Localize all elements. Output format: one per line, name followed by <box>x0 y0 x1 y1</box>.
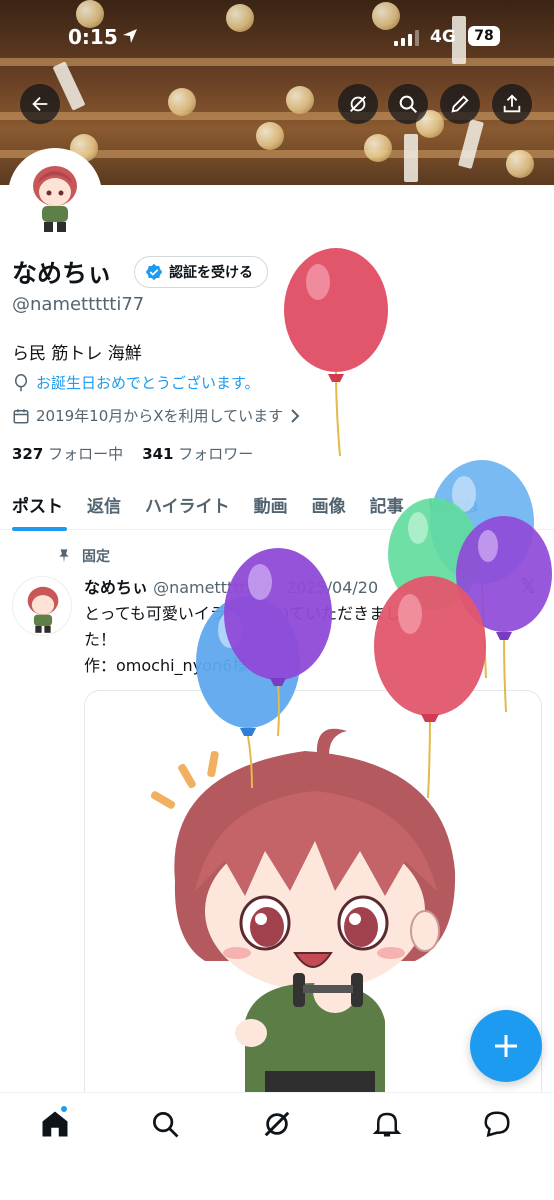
balloon-decoration <box>284 248 388 457</box>
followers-count: 341 <box>142 445 174 463</box>
following-link[interactable]: 327 フォロー中 <box>12 445 123 463</box>
post-author-avatar[interactable] <box>12 576 72 636</box>
avatar-illustration <box>33 166 77 232</box>
edit-icon <box>451 95 469 113</box>
verified-icon <box>145 263 163 281</box>
status-time: 0:15 <box>68 25 118 49</box>
home-icon <box>42 1111 68 1137</box>
following-count: 327 <box>12 445 44 463</box>
share-icon <box>503 94 521 113</box>
birthday-row: お誕生日おめでとうございます。 <box>12 372 260 393</box>
following-label: フォロー中 <box>48 445 124 463</box>
tab-videos[interactable]: 動画 <box>242 478 300 530</box>
profile-handle: @namettttti77 <box>12 294 145 315</box>
signal-icon <box>394 30 419 46</box>
back-button[interactable] <box>20 84 60 124</box>
plus-icon <box>495 1035 517 1057</box>
profile-bio: ら民 筋トレ 海鮮 <box>12 344 142 364</box>
back-icon <box>32 96 48 112</box>
tab-images[interactable]: 画像 <box>300 478 358 530</box>
nav-home[interactable] <box>40 1105 70 1139</box>
network-type: 4G <box>430 27 456 47</box>
follow-stats: 327 フォロー中 341 フォロワー <box>12 443 253 464</box>
share-button[interactable] <box>492 84 532 124</box>
grok-button[interactable] <box>338 84 378 124</box>
post-author-name[interactable]: なめちぃ <box>84 578 148 597</box>
pin-icon <box>59 549 69 563</box>
notification-dot <box>60 1105 68 1113</box>
tab-replies[interactable]: 返信 <box>75 478 133 530</box>
notifications-icon <box>372 1112 402 1137</box>
tab-posts[interactable]: ポスト <box>0 478 75 531</box>
explore-icon <box>153 1112 179 1138</box>
edit-button[interactable] <box>440 84 480 124</box>
post-avatar-illustration <box>27 586 59 633</box>
followers-link[interactable]: 341 フォロワー <box>142 445 253 463</box>
joined-text: 2019年10月からXを利用しています <box>36 407 284 425</box>
pinned-indicator: 固定 <box>56 546 110 566</box>
messages-icon <box>484 1111 510 1138</box>
grok-nav-icon <box>264 1111 290 1137</box>
profile-name: なめちぃ <box>12 259 113 288</box>
birthday-text[interactable]: お誕生日おめでとうございます。 <box>36 372 260 393</box>
pinned-label: 固定 <box>82 549 110 565</box>
grok-icon <box>349 95 367 113</box>
tab-highlights[interactable]: ハイライト <box>133 478 242 530</box>
calendar-icon <box>13 408 29 423</box>
search-icon <box>399 95 417 113</box>
search-button[interactable] <box>388 84 428 124</box>
verify-button[interactable]: 認証を受ける <box>134 256 268 288</box>
nav-notifications[interactable] <box>372 1109 402 1139</box>
verify-button-label: 認証を受ける <box>169 265 253 281</box>
compose-button[interactable] <box>470 1010 542 1082</box>
followers-label: フォロワー <box>178 445 254 463</box>
balloon-icon <box>15 373 27 391</box>
joined-row: 2019年10月からXを利用しています <box>12 405 301 426</box>
battery-level: 78 <box>468 26 500 46</box>
status-bar: 0:15 4G 78 <box>0 22 554 56</box>
bottom-navigation <box>0 1092 554 1200</box>
nav-grok[interactable] <box>262 1109 292 1139</box>
nav-messages[interactable] <box>482 1109 512 1139</box>
location-arrow-icon <box>123 29 137 43</box>
balloon-decoration <box>224 548 332 737</box>
balloon-decoration <box>374 576 486 799</box>
profile-avatar[interactable] <box>8 148 102 242</box>
nav-explore[interactable] <box>150 1109 180 1139</box>
